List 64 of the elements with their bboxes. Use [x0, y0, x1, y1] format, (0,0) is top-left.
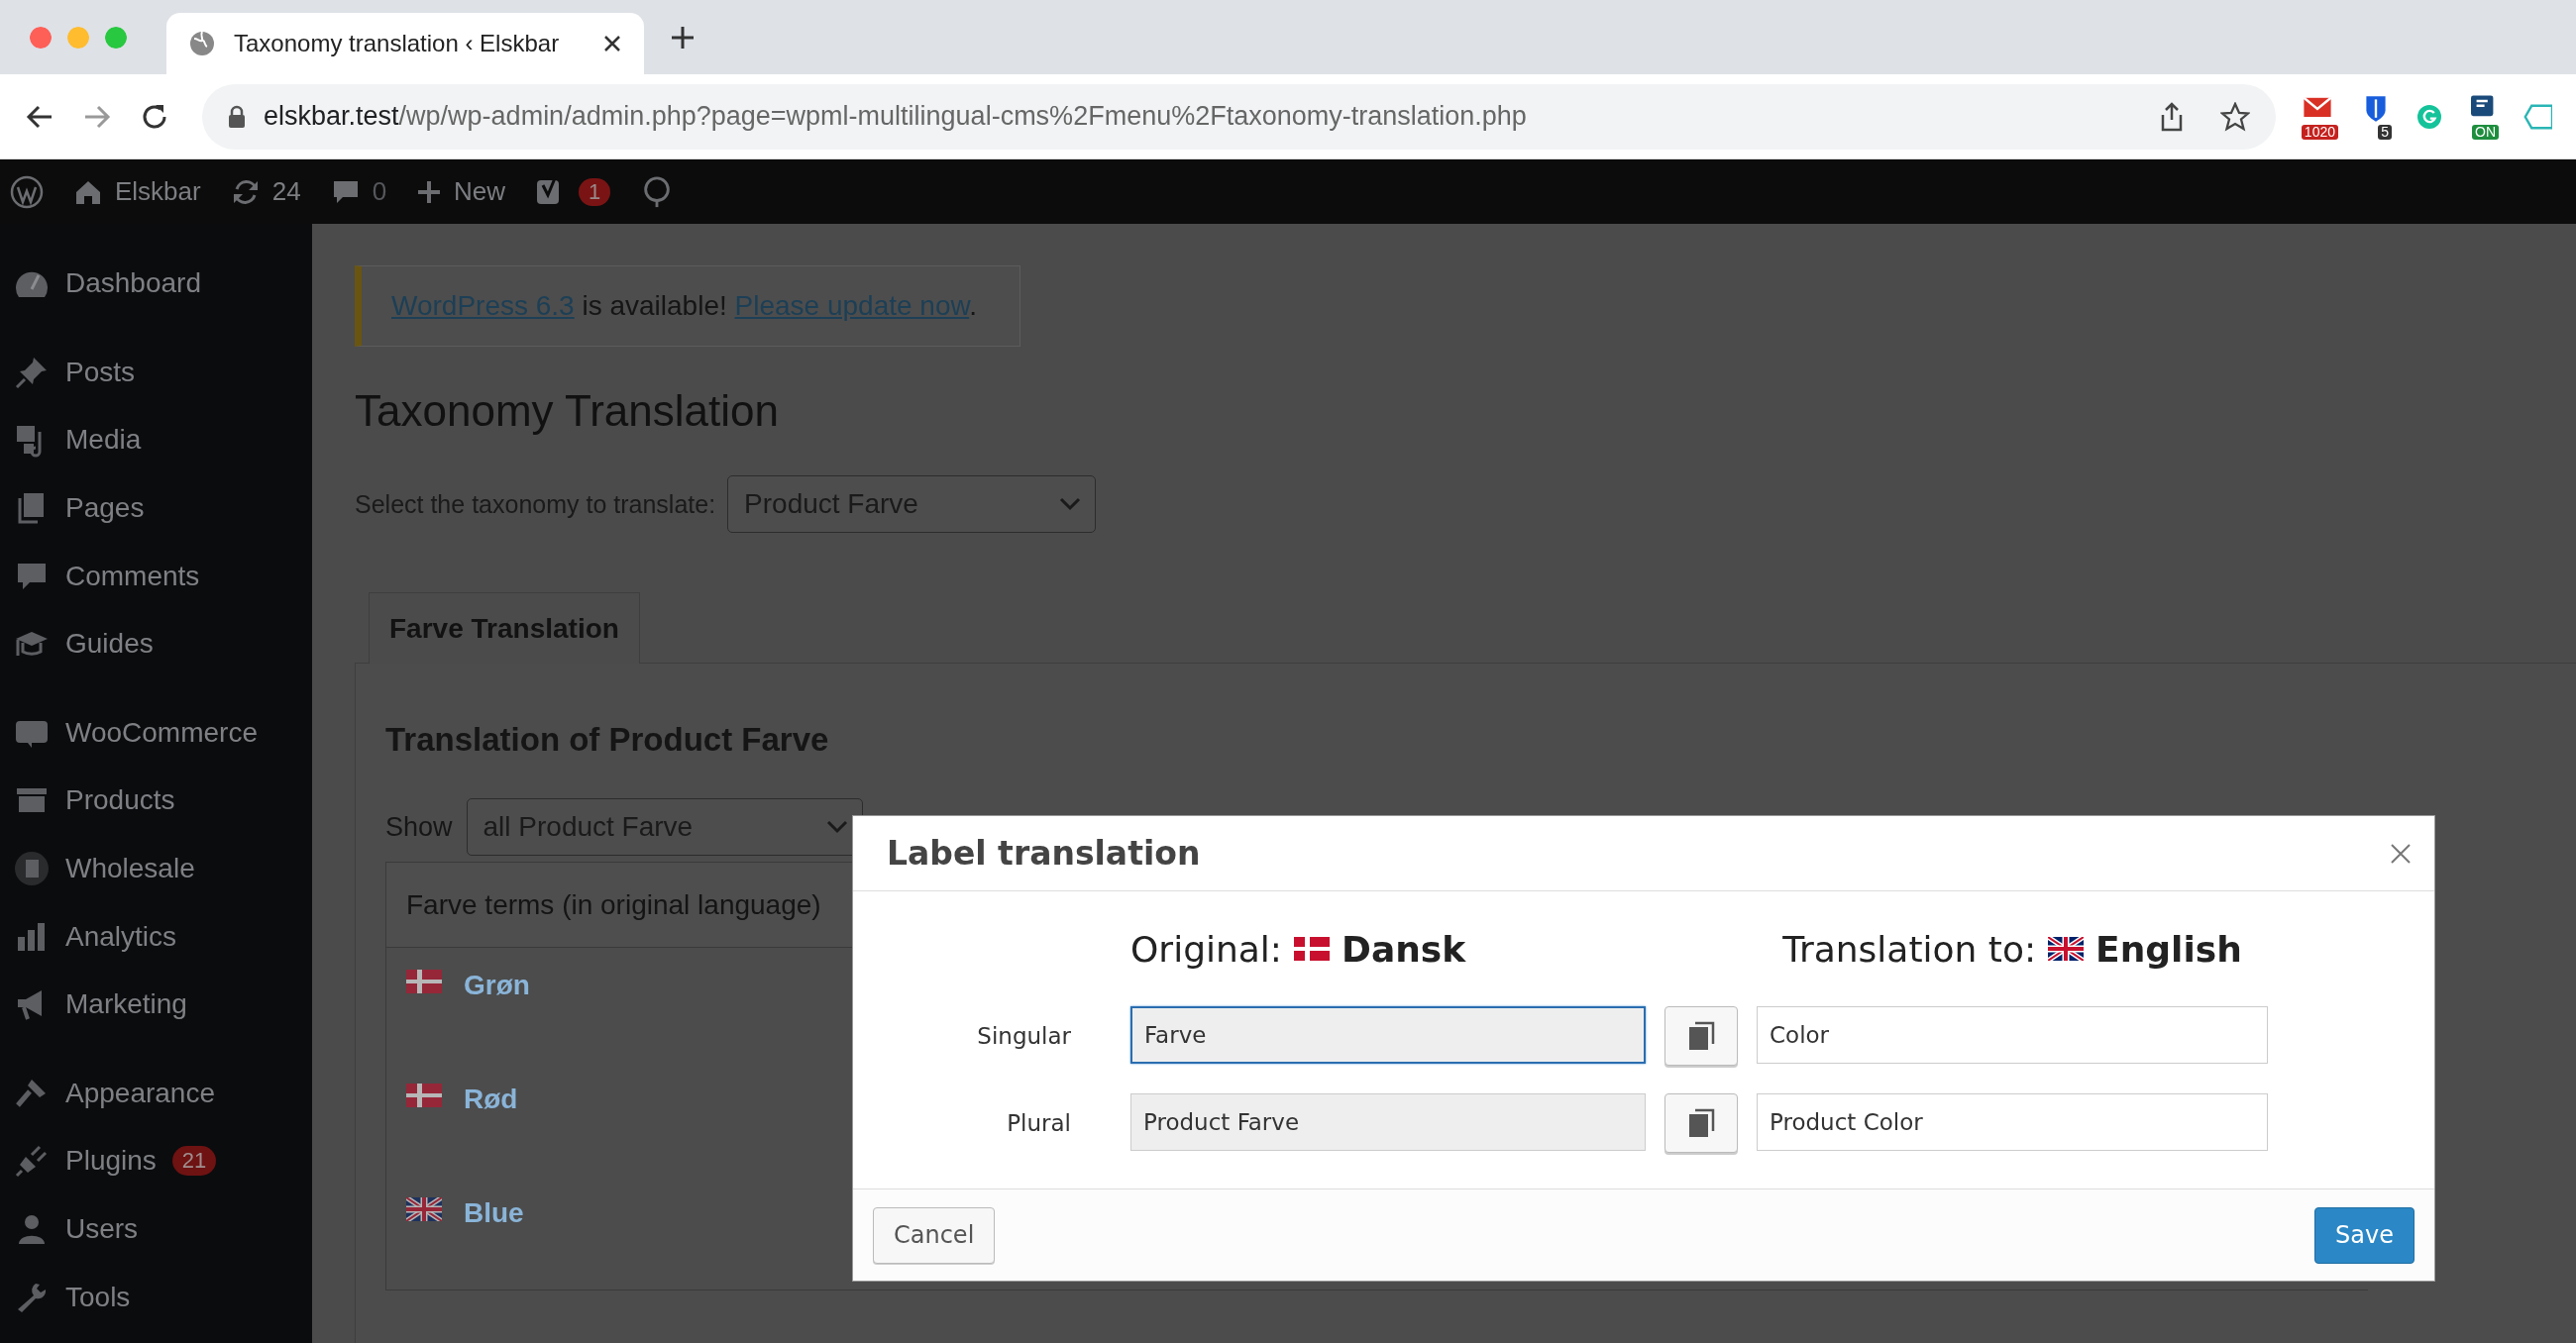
original-field[interactable]: Farve: [1130, 1006, 1646, 1064]
count-badge: 21: [171, 1146, 217, 1177]
term-link[interactable]: Blue: [464, 1197, 524, 1229]
address-bar[interactable]: elskbar.test/wp/wp-admin/admin.php?page=wpml-multilingual-cms%2Fmenu%2Ftaxonomy-translation.php: [202, 83, 2276, 150]
flag-icon: [2048, 937, 2085, 961]
flag-icon: [406, 1197, 442, 1221]
term-link[interactable]: Rød: [464, 1084, 518, 1115]
sidebar-item[interactable]: Appearance: [0, 1059, 312, 1128]
sidebar-item[interactable]: Dashboard: [0, 250, 312, 318]
wordpress-logo-icon[interactable]: [10, 174, 44, 209]
sidebar-item[interactable]: Posts: [0, 338, 312, 407]
browser-tab[interactable]: Taxonomy translation ‹ Elskbar: [166, 13, 644, 74]
comments-link[interactable]: 0: [330, 176, 387, 207]
star-icon[interactable]: [2219, 101, 2250, 132]
save-button[interactable]: Save: [2314, 1206, 2415, 1264]
notification-count: 1: [579, 177, 611, 206]
translation-field[interactable]: Color: [1757, 1006, 2268, 1064]
plus-icon: [416, 178, 443, 205]
sidebar-item[interactable]: Analytics: [0, 902, 312, 971]
badge: ON: [2472, 125, 2499, 140]
new-link[interactable]: New: [416, 176, 506, 207]
sidebar-item[interactable]: Comments: [0, 542, 312, 610]
page-title: Taxonomy Translation: [355, 386, 780, 436]
updates-link[interactable]: 24: [230, 176, 301, 207]
site-name-link[interactable]: Elskbar: [73, 176, 201, 207]
copy-button[interactable]: [1664, 1093, 1738, 1153]
sidebar-item[interactable]: Marketing: [0, 970, 312, 1039]
plug-icon: [14, 1143, 50, 1180]
close-icon[interactable]: [602, 34, 622, 53]
original-field[interactable]: Product Farve: [1130, 1093, 1646, 1151]
lock-icon: [228, 104, 246, 129]
cancel-button[interactable]: Cancel: [873, 1206, 996, 1264]
copy-icon: [1686, 1107, 1716, 1139]
extension-button[interactable]: ON: [2467, 93, 2499, 140]
flag-icon: [406, 1084, 442, 1107]
seo-menu[interactable]: 1: [535, 175, 611, 208]
caret-icon: [1059, 497, 1082, 511]
sidebar-item[interactable]: Users: [0, 1194, 312, 1264]
copy-button[interactable]: [1664, 1006, 1738, 1066]
term-link[interactable]: Grøn: [464, 970, 530, 1001]
extension-button[interactable]: 5: [2360, 93, 2392, 140]
sidebar-item[interactable]: WooCommerce: [0, 698, 312, 768]
sidebar-item[interactable]: Products: [0, 767, 312, 835]
field-label: Plural: [1006, 1110, 1072, 1136]
url-text: elskbar.test/wp/wp-admin/admin.php?page=wpml-multilingual-cms%2Fmenu%2Ftaxonomy-translation.php: [264, 101, 1527, 132]
flag-icon: [1294, 937, 1330, 961]
field-label: Singular: [976, 1023, 1072, 1049]
caret-icon: [825, 820, 848, 834]
sidebar-item[interactable]: Guides: [0, 609, 312, 678]
flag-icon: [406, 970, 442, 993]
sidebar-item[interactable]: Wholesale: [0, 834, 312, 903]
translation-field[interactable]: Product Color: [1757, 1093, 2268, 1151]
badge: 1020: [2301, 125, 2338, 140]
badge: 5: [2378, 125, 2392, 140]
sidebar-item[interactable]: Media: [0, 406, 312, 474]
tab-title: Taxonomy translation ‹ Elskbar: [234, 30, 561, 57]
copy-icon: [1686, 1020, 1716, 1052]
sidebar-item[interactable]: Plugins 21: [0, 1127, 312, 1195]
extension-button[interactable]: 1020: [2301, 93, 2338, 140]
sidebar-item[interactable]: Pages: [0, 473, 312, 543]
section-heading: Translation of Product Farve: [385, 721, 830, 759]
sidebar-item[interactable]: Tools: [0, 1263, 312, 1331]
window-control-icon[interactable]: [30, 26, 52, 49]
scroll-badge-icon: [14, 851, 50, 887]
